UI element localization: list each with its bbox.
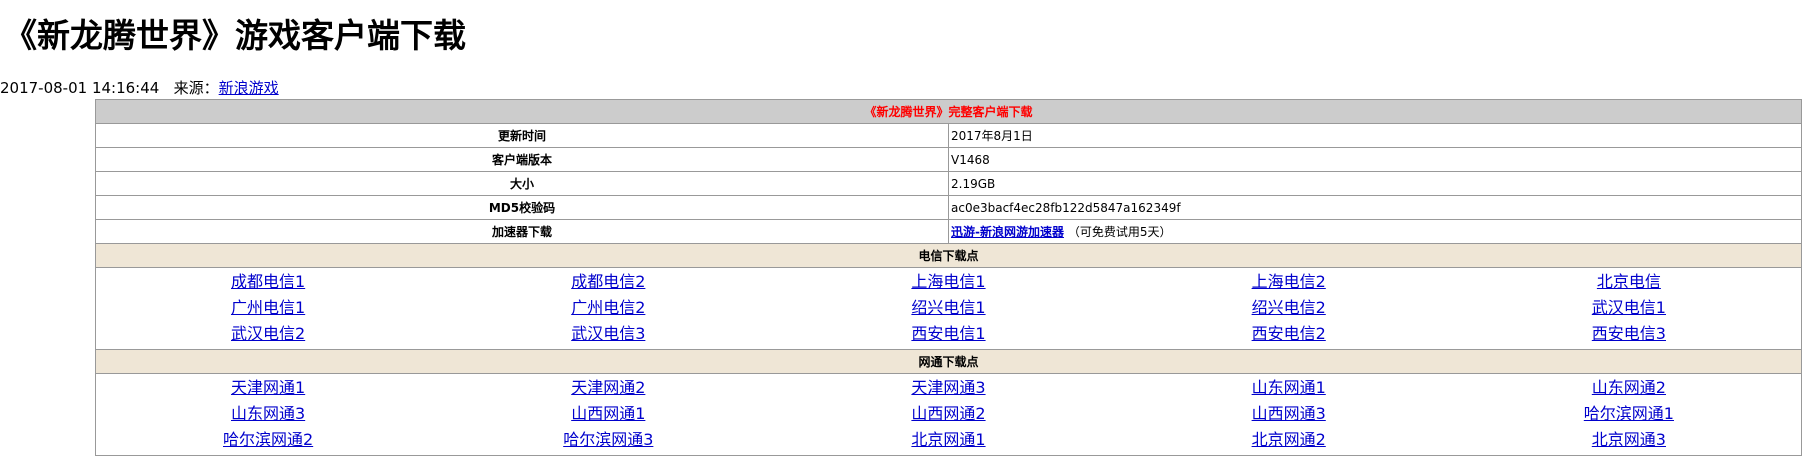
- source-label: 来源：: [173, 79, 219, 97]
- download-link[interactable]: 广州电信1: [98, 295, 438, 321]
- info-row-version: 客户端版本 V1468: [95, 147, 1802, 172]
- download-link[interactable]: 武汉电信1: [1459, 295, 1799, 321]
- table-heading-row: 《新龙腾世界》完整客户端下载: [95, 99, 1802, 124]
- telecom-heading-row: 电信下载点: [95, 243, 1802, 268]
- info-value: ac0e3bacf4ec28fb122d5847a162349f: [948, 195, 1802, 220]
- telecom-links: 成都电信1 成都电信2 上海电信1 上海电信2 北京电信广州电信1 广州电信2 绍兴电信1 绍…: [98, 269, 1799, 349]
- info-row-size: 大小 2.19GB: [95, 171, 1802, 196]
- info-row-update-time: 更新时间 2017年8月1日: [95, 123, 1802, 148]
- download-table: 《新龙腾世界》完整客户端下载 更新时间 2017年8月1日 客户端版本 V146…: [95, 99, 1802, 456]
- article-meta: 2017-08-01 14:16:44 来源：新浪游戏: [0, 78, 279, 98]
- accelerator-link[interactable]: 迅游-新浪网游加速器: [951, 225, 1064, 239]
- download-link[interactable]: 北京网通1: [778, 427, 1118, 453]
- download-link[interactable]: 山西网通1: [438, 401, 778, 427]
- accelerator-note: （可免费试用5天）: [1067, 224, 1172, 239]
- info-row-accelerator: 加速器下载 迅游-新浪网游加速器 （可免费试用5天）: [95, 219, 1802, 244]
- download-link[interactable]: 山东网通3: [98, 401, 438, 427]
- download-link[interactable]: 哈尔滨网通2: [98, 427, 438, 453]
- netcom-section-heading: 网通下载点: [95, 349, 1802, 374]
- info-label: 加速器下载: [95, 219, 949, 244]
- info-value: 迅游-新浪网游加速器 （可免费试用5天）: [948, 219, 1802, 244]
- download-link[interactable]: 哈尔滨网通1: [1459, 401, 1799, 427]
- info-value: 2017年8月1日: [948, 123, 1802, 148]
- download-link[interactable]: 天津网通3: [778, 375, 1118, 401]
- netcom-links: 天津网通1 天津网通2 天津网通3 山东网通1 山东网通2 山东网通3 山西网通1 山西网通2…: [98, 375, 1799, 455]
- download-link[interactable]: 西安电信2: [1119, 321, 1459, 347]
- download-link[interactable]: 成都电信1: [98, 269, 438, 295]
- download-link[interactable]: 广州电信2: [438, 295, 778, 321]
- download-link[interactable]: 山西网通3: [1119, 401, 1459, 427]
- download-link[interactable]: 西安电信1: [778, 321, 1118, 347]
- download-link[interactable]: 西安电信3: [1459, 321, 1799, 347]
- download-link[interactable]: 北京网通2: [1119, 427, 1459, 453]
- download-link[interactable]: 上海电信1: [778, 269, 1118, 295]
- download-link[interactable]: 绍兴电信2: [1119, 295, 1459, 321]
- download-link[interactable]: 山东网通2: [1459, 375, 1799, 401]
- download-link[interactable]: 武汉电信2: [98, 321, 438, 347]
- download-link[interactable]: 北京网通3: [1459, 427, 1799, 453]
- table-heading: 《新龙腾世界》完整客户端下载: [95, 99, 1802, 124]
- download-link[interactable]: 山东网通1: [1119, 375, 1459, 401]
- info-row-md5: MD5校验码 ac0e3bacf4ec28fb122d5847a162349f: [95, 195, 1802, 220]
- info-value: V1468: [948, 147, 1802, 172]
- netcom-links-cell: 天津网通1 天津网通2 天津网通3 山东网通1 山东网通2 山东网通3 山西网通1 山西网通2…: [95, 373, 1802, 456]
- telecom-links-cell: 成都电信1 成都电信2 上海电信1 上海电信2 北京电信广州电信1 广州电信2 绍兴电信1 绍…: [95, 267, 1802, 350]
- download-link[interactable]: 上海电信2: [1119, 269, 1459, 295]
- info-label: 大小: [95, 171, 949, 196]
- page-title: 《新龙腾世界》游戏客户端下载: [4, 16, 466, 55]
- source-link[interactable]: 新浪游戏: [219, 79, 279, 97]
- netcom-heading-row: 网通下载点: [95, 349, 1802, 374]
- download-link[interactable]: 绍兴电信1: [778, 295, 1118, 321]
- download-link[interactable]: 天津网通1: [98, 375, 438, 401]
- info-label: MD5校验码: [95, 195, 949, 220]
- info-label: 客户端版本: [95, 147, 949, 172]
- download-link[interactable]: 山西网通2: [778, 401, 1118, 427]
- download-link[interactable]: 北京电信: [1459, 269, 1799, 295]
- telecom-section-heading: 电信下载点: [95, 243, 1802, 268]
- download-link[interactable]: 天津网通2: [438, 375, 778, 401]
- publish-datetime: 2017-08-01 14:16:44: [0, 79, 160, 97]
- netcom-links-row: 天津网通1 天津网通2 天津网通3 山东网通1 山东网通2 山东网通3 山西网通1 山西网通2…: [95, 373, 1802, 456]
- telecom-links-row: 成都电信1 成都电信2 上海电信1 上海电信2 北京电信广州电信1 广州电信2 绍兴电信1 绍…: [95, 267, 1802, 350]
- info-label: 更新时间: [95, 123, 949, 148]
- download-link[interactable]: 哈尔滨网通3: [438, 427, 778, 453]
- info-value: 2.19GB: [948, 171, 1802, 196]
- download-link[interactable]: 武汉电信3: [438, 321, 778, 347]
- download-link[interactable]: 成都电信2: [438, 269, 778, 295]
